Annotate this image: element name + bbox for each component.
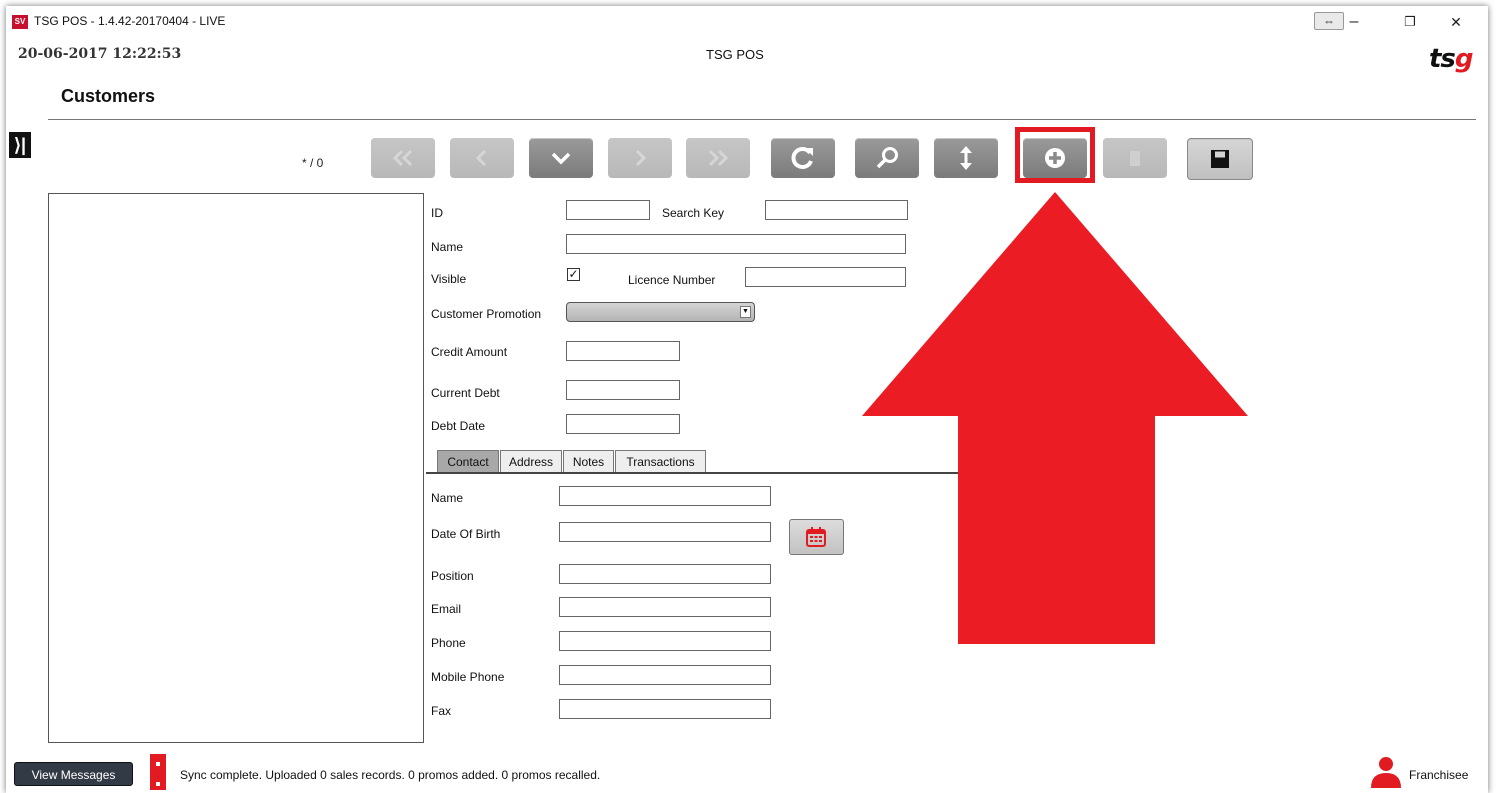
phone-label: Phone <box>431 636 466 650</box>
current-datetime: 20-06-2017 12:22:53 <box>18 46 182 62</box>
visible-label: Visible <box>431 272 467 286</box>
customer-list[interactable] <box>48 193 424 743</box>
customer-promotion-select[interactable]: ▼ <box>566 302 755 322</box>
delete-button[interactable] <box>1103 138 1167 178</box>
contact-name-field[interactable] <box>559 486 771 506</box>
record-dropdown-button[interactable] <box>529 138 593 178</box>
tab-address[interactable]: Address <box>500 450 562 472</box>
calendar-icon <box>806 527 826 547</box>
double-chevron-left-icon <box>392 149 413 167</box>
credit-amount-field[interactable] <box>566 341 680 361</box>
user-icon <box>1371 757 1401 788</box>
phone-field[interactable] <box>559 631 771 651</box>
chevron-down-icon <box>551 152 571 165</box>
tab-contact[interactable]: Contact <box>437 450 499 472</box>
debt-date-label: Debt Date <box>431 419 486 433</box>
sync-status-text: Sync complete. Uploaded 0 sales records.… <box>180 768 601 782</box>
mobile-phone-field[interactable] <box>559 665 771 685</box>
search-key-label: Search Key <box>662 206 725 220</box>
close-button[interactable]: ✕ <box>1444 10 1468 34</box>
position-label: Position <box>431 569 474 583</box>
page-title: Customers <box>61 86 156 106</box>
date-of-birth-field[interactable] <box>559 522 771 542</box>
title-bar: SV TSG POS - 1.4.42-20170404 - LIVE ⇔ – … <box>6 6 1488 36</box>
chevron-left-icon <box>475 149 487 167</box>
credit-amount-label: Credit Amount <box>431 345 508 359</box>
id-field[interactable] <box>566 200 650 220</box>
sort-button[interactable] <box>934 138 998 178</box>
add-button-highlight <box>1015 127 1095 183</box>
refresh-icon <box>791 147 813 169</box>
minimize-button[interactable]: – <box>1344 10 1364 34</box>
current-debt-label: Current Debt <box>431 386 500 400</box>
tsg-logo: tsg <box>1429 44 1474 74</box>
up-arrow-annotation-icon <box>862 192 1248 644</box>
date-picker-button[interactable] <box>789 519 844 555</box>
search-button[interactable] <box>855 138 919 178</box>
email-field[interactable] <box>559 597 771 617</box>
date-of-birth-label: Date Of Birth <box>431 527 501 541</box>
trash-icon <box>1130 151 1140 166</box>
last-record-button[interactable] <box>686 138 750 178</box>
position-field[interactable] <box>559 564 771 584</box>
customer-promotion-label: Customer Promotion <box>431 307 542 321</box>
visible-checkbox[interactable]: ✓ <box>567 268 580 281</box>
window-title: TSG POS - 1.4.42-20170404 - LIVE <box>34 14 226 28</box>
id-label: ID <box>431 206 443 220</box>
dropdown-arrow-icon: ▼ <box>740 306 751 318</box>
record-counter: * / 0 <box>302 156 324 170</box>
previous-record-button[interactable] <box>450 138 514 178</box>
double-chevron-right-icon <box>708 149 729 167</box>
header-divider <box>48 119 1476 120</box>
tab-transactions[interactable]: Transactions <box>615 450 706 472</box>
current-debt-field[interactable] <box>566 380 680 400</box>
save-button[interactable] <box>1187 138 1253 180</box>
resize-toggle-button[interactable]: ⇔ <box>1314 12 1344 30</box>
vertical-arrows-icon <box>960 146 972 170</box>
first-record-button[interactable] <box>371 138 435 178</box>
next-record-button[interactable] <box>608 138 672 178</box>
view-messages-button[interactable]: View Messages <box>14 762 133 786</box>
app-window: SV TSG POS - 1.4.42-20170404 - LIVE ⇔ – … <box>6 6 1488 793</box>
app-icon: SV <box>12 15 28 29</box>
chevron-right-icon <box>635 149 647 167</box>
fax-label: Fax <box>431 704 452 718</box>
name-field[interactable] <box>566 234 906 254</box>
name-label: Name <box>431 240 464 254</box>
magnifier-icon <box>876 147 898 169</box>
licence-number-label: Licence Number <box>628 273 716 287</box>
mobile-phone-label: Mobile Phone <box>431 670 505 684</box>
debt-date-field[interactable] <box>566 414 680 434</box>
refresh-button[interactable] <box>771 138 835 178</box>
app-name: TSG POS <box>706 47 764 62</box>
fax-field[interactable] <box>559 699 771 719</box>
restore-button[interactable]: ❐ <box>1398 10 1422 34</box>
server-sync-icon <box>150 754 166 790</box>
tab-notes[interactable]: Notes <box>563 450 614 472</box>
email-label: Email <box>431 602 462 616</box>
contact-name-label: Name <box>431 491 464 505</box>
user-role: Franchisee <box>1409 768 1469 782</box>
sidebar-toggle-button[interactable]: ⟩| <box>9 132 31 158</box>
floppy-disk-icon <box>1211 150 1229 168</box>
logo-ts: ts <box>1429 44 1456 74</box>
logo-g: g <box>1454 44 1474 74</box>
